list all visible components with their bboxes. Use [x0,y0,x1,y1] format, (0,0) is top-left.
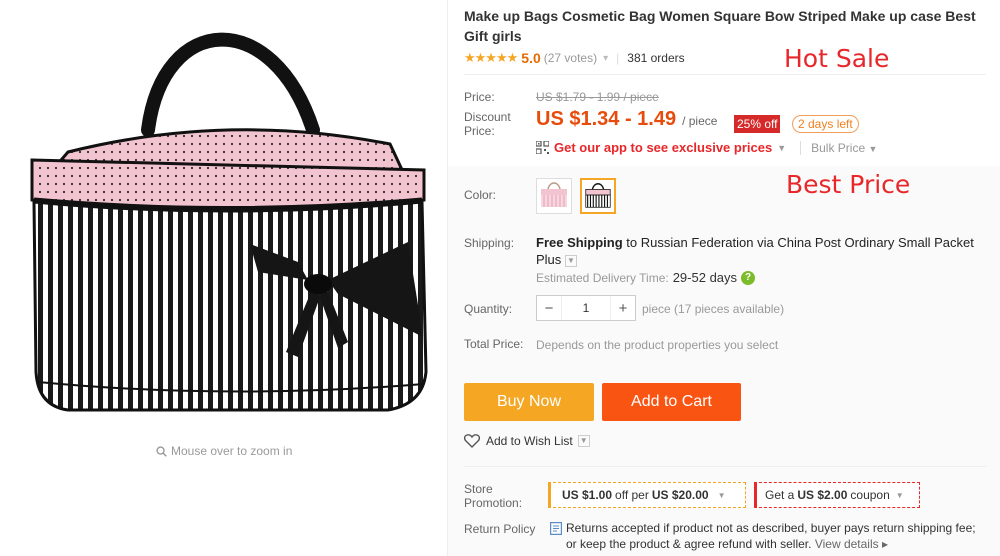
chevron-down-icon: ▼ [717,490,726,500]
app-promo-row[interactable]: Get our app to see exclusive prices ▼ Bu… [536,140,877,155]
bulk-price-label: Bulk Price [811,140,866,155]
discount-price-label: Discount Price: [464,110,511,138]
coupon2-amount: US $2.00 [797,488,848,502]
discount-price-row: US $1.34 - 1.49 / piece [536,108,717,131]
store-coupon-1[interactable]: US $1.00 off per US $20.00 ▼ [548,482,746,508]
store-coupon-2[interactable]: Get a US $2.00 coupon ▼ [754,482,920,508]
color-option-black[interactable] [580,178,616,214]
wishlist-link[interactable]: Add to Wish List [486,434,573,448]
magnifier-icon [156,445,167,457]
store-promotion-label: Store Promotion: [464,482,523,510]
price-label: Price: [464,90,495,104]
bulk-price-link[interactable]: Bulk Price ▼ [800,140,877,155]
shipping-to: to [622,235,641,250]
price-unit: / piece [682,114,718,128]
chevron-down-icon[interactable]: ▾ [603,53,608,64]
quantity-availability: piece (17 pieces available) [642,302,785,316]
coupon2-post: coupon [850,488,890,502]
hot-sale-overlay: Hot Sale [784,44,890,73]
product-gallery: Mouse over to zoom in [0,0,448,556]
quantity-decrease-button[interactable]: − [537,300,561,317]
star-rating-icon: ★★★★★ [464,50,518,65]
discount-price: US $1.34 - 1.49 [536,108,677,130]
divider [464,74,986,75]
product-title: Make up Bags Cosmetic Bag Women Square B… [464,8,976,44]
divider: | [616,51,620,65]
color-label: Color: [464,188,497,202]
quantity-label: Quantity: [464,302,513,316]
total-price-label: Total Price: [464,337,524,351]
days-left-badge: 2 days left [792,115,859,133]
zoom-hint-text: Mouse over to zoom in [171,444,293,458]
shipping-info[interactable]: Free Shipping to Russian Federation via … [536,234,991,268]
chevron-down-icon[interactable]: ▼ [777,143,786,153]
app-promo-link[interactable]: Get our app to see exclusive prices [554,140,772,155]
shipping-via: via [753,235,778,250]
rating-votes[interactable]: (27 votes) [544,51,597,65]
color-option-pink[interactable] [536,178,572,214]
original-price: US $1.79 - 1.99 / piece [536,90,659,104]
wishlist-row[interactable]: Add to Wish List ▼ [464,434,590,448]
rating-row: ★★★★★ 5.0 (27 votes) ▾ | 381 orders [464,50,685,66]
divider [464,466,986,467]
delivery-label: Estimated Delivery Time: [536,270,669,285]
delivery-estimate: Estimated Delivery Time: 29-52 days ? [536,270,756,285]
help-icon[interactable]: ? [741,270,756,285]
pink-bag-thumbnail [541,182,567,207]
delivery-days: 29-52 days [672,270,738,285]
quantity-input[interactable]: 1 [561,296,611,320]
buy-now-button[interactable]: Buy Now [464,383,594,421]
zoom-hint: Mouse over to zoom in [156,444,292,458]
heart-icon [464,434,480,448]
rating-score: 5.0 [521,50,541,66]
quantity-increase-button[interactable]: + [611,300,635,317]
qr-code-icon [536,141,549,154]
coupon2-pre: Get a [765,488,795,502]
chevron-down-icon[interactable]: ▼ [564,254,577,267]
coupon1-mid: off per [615,488,649,502]
total-price-note: Depends on the product properties you se… [536,338,779,352]
best-price-overlay: Best Price [786,170,911,199]
chevron-down-icon[interactable]: ▼ [577,435,590,447]
coupon1-minimum: US $20.00 [651,488,709,502]
return-policy-text: Returns accepted if product not as descr… [566,520,988,552]
add-to-cart-button[interactable]: Add to Cart [602,383,741,421]
return-policy-label: Return Policy [464,522,536,536]
shipping-destination: Russian Federation [640,235,754,250]
coupon1-amount: US $1.00 [562,488,613,502]
quantity-stepper: − 1 + [536,295,636,321]
orders-count: 381 orders [627,51,685,65]
chevron-down-icon: ▼ [895,490,904,500]
product-image[interactable] [28,12,428,422]
return-policy-icon [550,522,562,535]
discount-badge: 25% off [734,115,781,133]
view-details-link[interactable]: View details ▸ [815,537,888,551]
return-policy-body: Returns accepted if product not as descr… [566,521,976,551]
shipping-label: Shipping: [464,236,515,250]
black-bag-thumbnail [585,183,611,208]
product-detail: Make up Bags Cosmetic Bag Women Square B… [448,0,1000,556]
free-shipping-text: Free Shipping [536,235,623,250]
